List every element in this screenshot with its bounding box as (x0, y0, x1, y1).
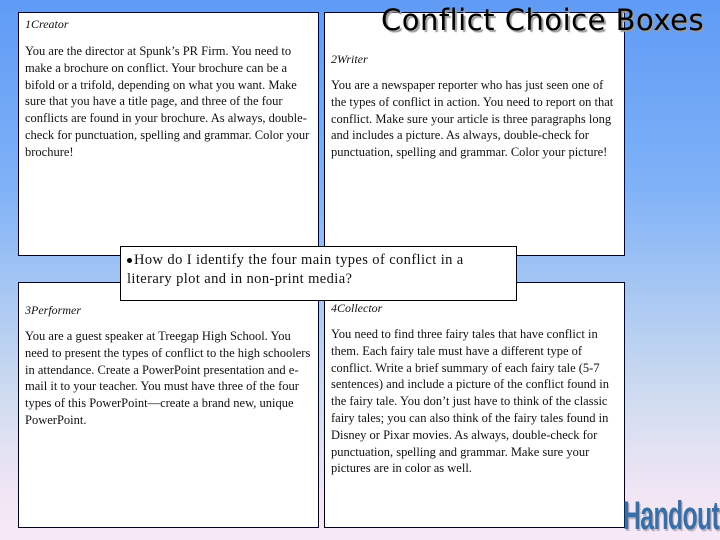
bullet-icon (127, 258, 132, 264)
box-role-label: 4Collector (331, 301, 383, 315)
choice-box-writer: 2Writer You are a newspaper reporter who… (324, 12, 625, 256)
choice-box-collector: 4Collector You need to find three fairy … (324, 282, 625, 528)
box-role-label: 1Creator (25, 17, 69, 31)
choice-box-performer: 3Performer You are a guest speaker at Tr… (18, 282, 319, 528)
box-role-label: 3Performer (25, 303, 81, 317)
box-role-label: 2Writer (331, 52, 368, 66)
box-description: You are the director at Spunk’s PR Firm.… (25, 44, 310, 159)
box-description: You are a guest speaker at Treegap High … (25, 329, 311, 427)
box-description: You need to find three fairy tales that … (331, 327, 610, 476)
essential-question-text: How do I identify the four main types of… (127, 252, 464, 287)
page-title: Conflict Choice Boxes (381, 3, 705, 37)
handout-label: Handout (623, 494, 720, 538)
essential-question: How do I identify the four main types of… (120, 246, 517, 301)
box-description: You are a newspaper reporter who has jus… (331, 78, 614, 160)
choice-box-creator: 1Creator You are the director at Spunk’s… (18, 12, 319, 256)
